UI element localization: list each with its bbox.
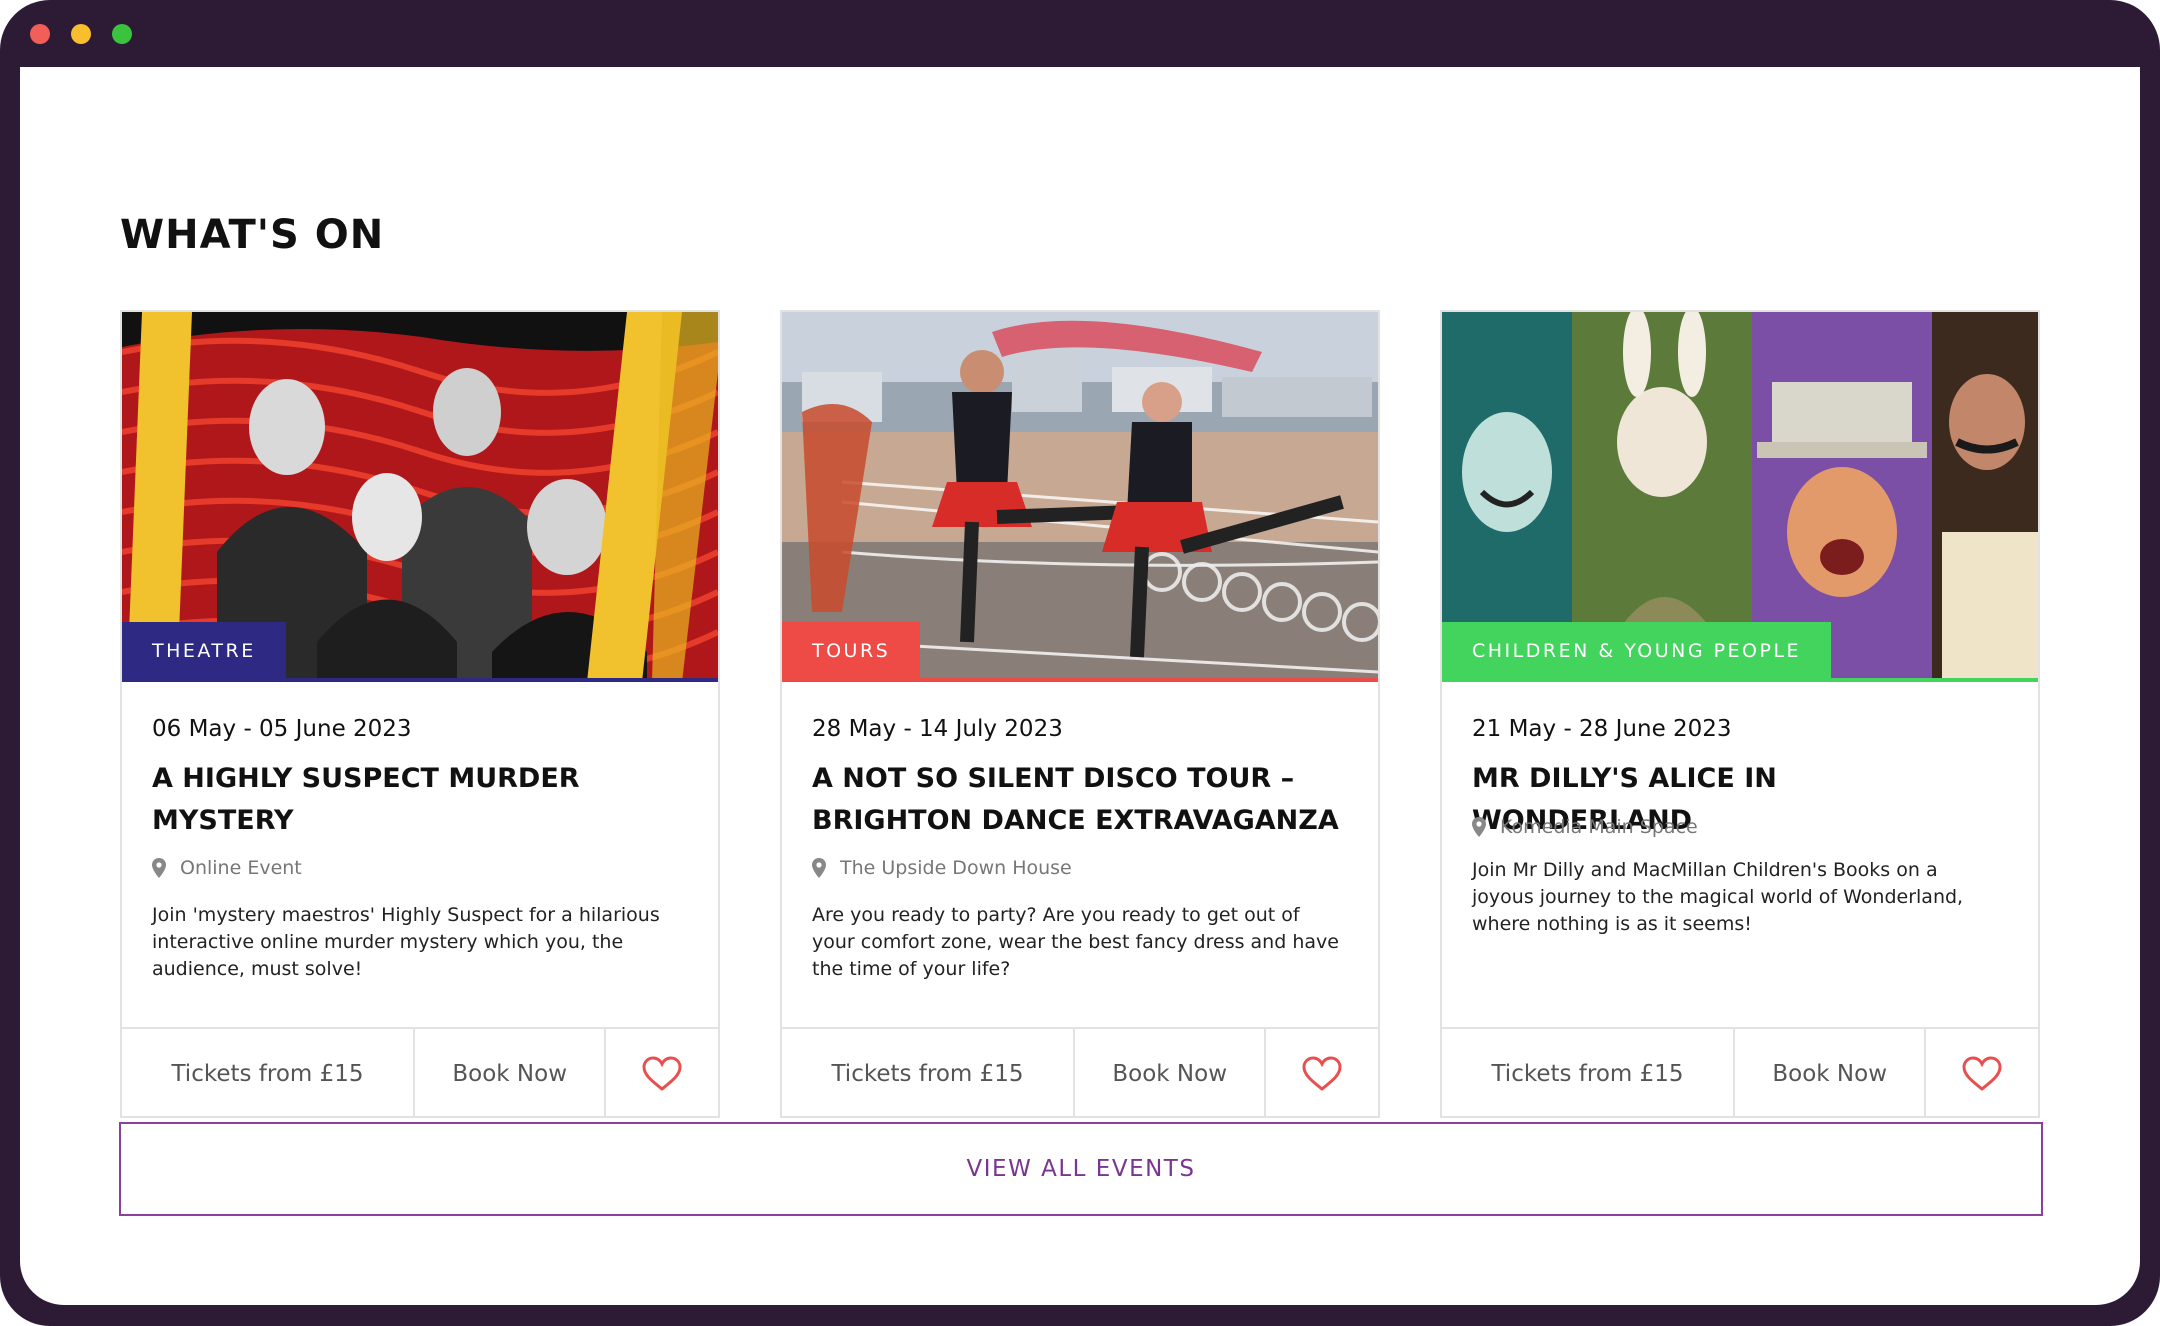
category-tag[interactable]: CHILDREN & YOUNG PEOPLE bbox=[1442, 622, 1832, 680]
maximize-window-button[interactable] bbox=[112, 24, 132, 44]
card-footer: Tickets from £15 Book Now bbox=[122, 1027, 718, 1118]
venue-name: Komedia Main Space bbox=[1500, 816, 1698, 838]
book-now-button[interactable]: Book Now bbox=[1075, 1029, 1267, 1118]
event-venue: The Upside Down House bbox=[812, 857, 1072, 879]
event-dates: 06 May - 05 June 2023 bbox=[152, 716, 412, 742]
event-card[interactable]: THEATRE 06 May - 05 June 2023 A HIGHLY S… bbox=[120, 310, 720, 1118]
event-image[interactable]: TOURS bbox=[782, 312, 1378, 682]
heart-icon bbox=[1302, 1055, 1342, 1091]
event-description: Are you ready to party? Are you ready to… bbox=[812, 904, 1339, 980]
heart-icon bbox=[642, 1055, 682, 1091]
location-pin-icon bbox=[152, 858, 166, 878]
tickets-price[interactable]: Tickets from £15 bbox=[782, 1029, 1076, 1118]
category-tag[interactable]: THEATRE bbox=[122, 622, 286, 680]
view-all-events-button[interactable]: VIEW ALL EVENTS bbox=[119, 1122, 2043, 1216]
browser-window: WHAT'S ON THEATRE 06 May - 05 June 2023 … bbox=[0, 0, 2160, 1326]
event-title[interactable]: A HIGHLY SUSPECT MURDER MYSTERY bbox=[152, 758, 682, 842]
page-content: WHAT'S ON THEATRE 06 May - 05 June 2023 … bbox=[20, 67, 2140, 1305]
close-window-button[interactable] bbox=[30, 24, 50, 44]
event-image[interactable]: CHILDREN & YOUNG PEOPLE bbox=[1442, 312, 2038, 682]
tickets-price[interactable]: Tickets from £15 bbox=[122, 1029, 416, 1118]
event-venue: Online Event bbox=[152, 857, 302, 879]
event-dates: 28 May - 14 July 2023 bbox=[812, 716, 1063, 742]
event-venue: Komedia Main Space bbox=[1472, 816, 1698, 838]
book-now-button[interactable]: Book Now bbox=[415, 1029, 607, 1118]
book-now-button[interactable]: Book Now bbox=[1735, 1029, 1927, 1118]
event-card[interactable]: CHILDREN & YOUNG PEOPLE 21 May - 28 June… bbox=[1440, 310, 2040, 1118]
card-footer: Tickets from £15 Book Now bbox=[1442, 1027, 2038, 1118]
venue-name: Online Event bbox=[180, 857, 302, 879]
event-dates: 21 May - 28 June 2023 bbox=[1472, 716, 1732, 742]
event-image[interactable]: THEATRE bbox=[122, 312, 718, 682]
window-controls bbox=[30, 24, 132, 44]
event-card[interactable]: TOURS 28 May - 14 July 2023 A NOT SO SIL… bbox=[780, 310, 1380, 1118]
tickets-price[interactable]: Tickets from £15 bbox=[1442, 1029, 1736, 1118]
minimize-window-button[interactable] bbox=[71, 24, 91, 44]
venue-name: The Upside Down House bbox=[840, 857, 1072, 879]
heart-icon bbox=[1962, 1055, 2002, 1091]
event-title[interactable]: A NOT SO SILENT DISCO TOUR – BRIGHTON DA… bbox=[812, 758, 1342, 842]
favorite-button[interactable] bbox=[606, 1029, 718, 1118]
favorite-button[interactable] bbox=[1926, 1029, 2038, 1118]
event-description: Join Mr Dilly and MacMillan Children's B… bbox=[1472, 859, 1964, 935]
location-pin-icon bbox=[812, 858, 826, 878]
favorite-button[interactable] bbox=[1266, 1029, 1378, 1118]
card-footer: Tickets from £15 Book Now bbox=[782, 1027, 1378, 1118]
location-pin-icon bbox=[1472, 817, 1486, 837]
event-description: Join 'mystery maestros' Highly Suspect f… bbox=[152, 904, 660, 980]
category-tag[interactable]: TOURS bbox=[782, 622, 921, 680]
section-heading: WHAT'S ON bbox=[120, 212, 385, 258]
